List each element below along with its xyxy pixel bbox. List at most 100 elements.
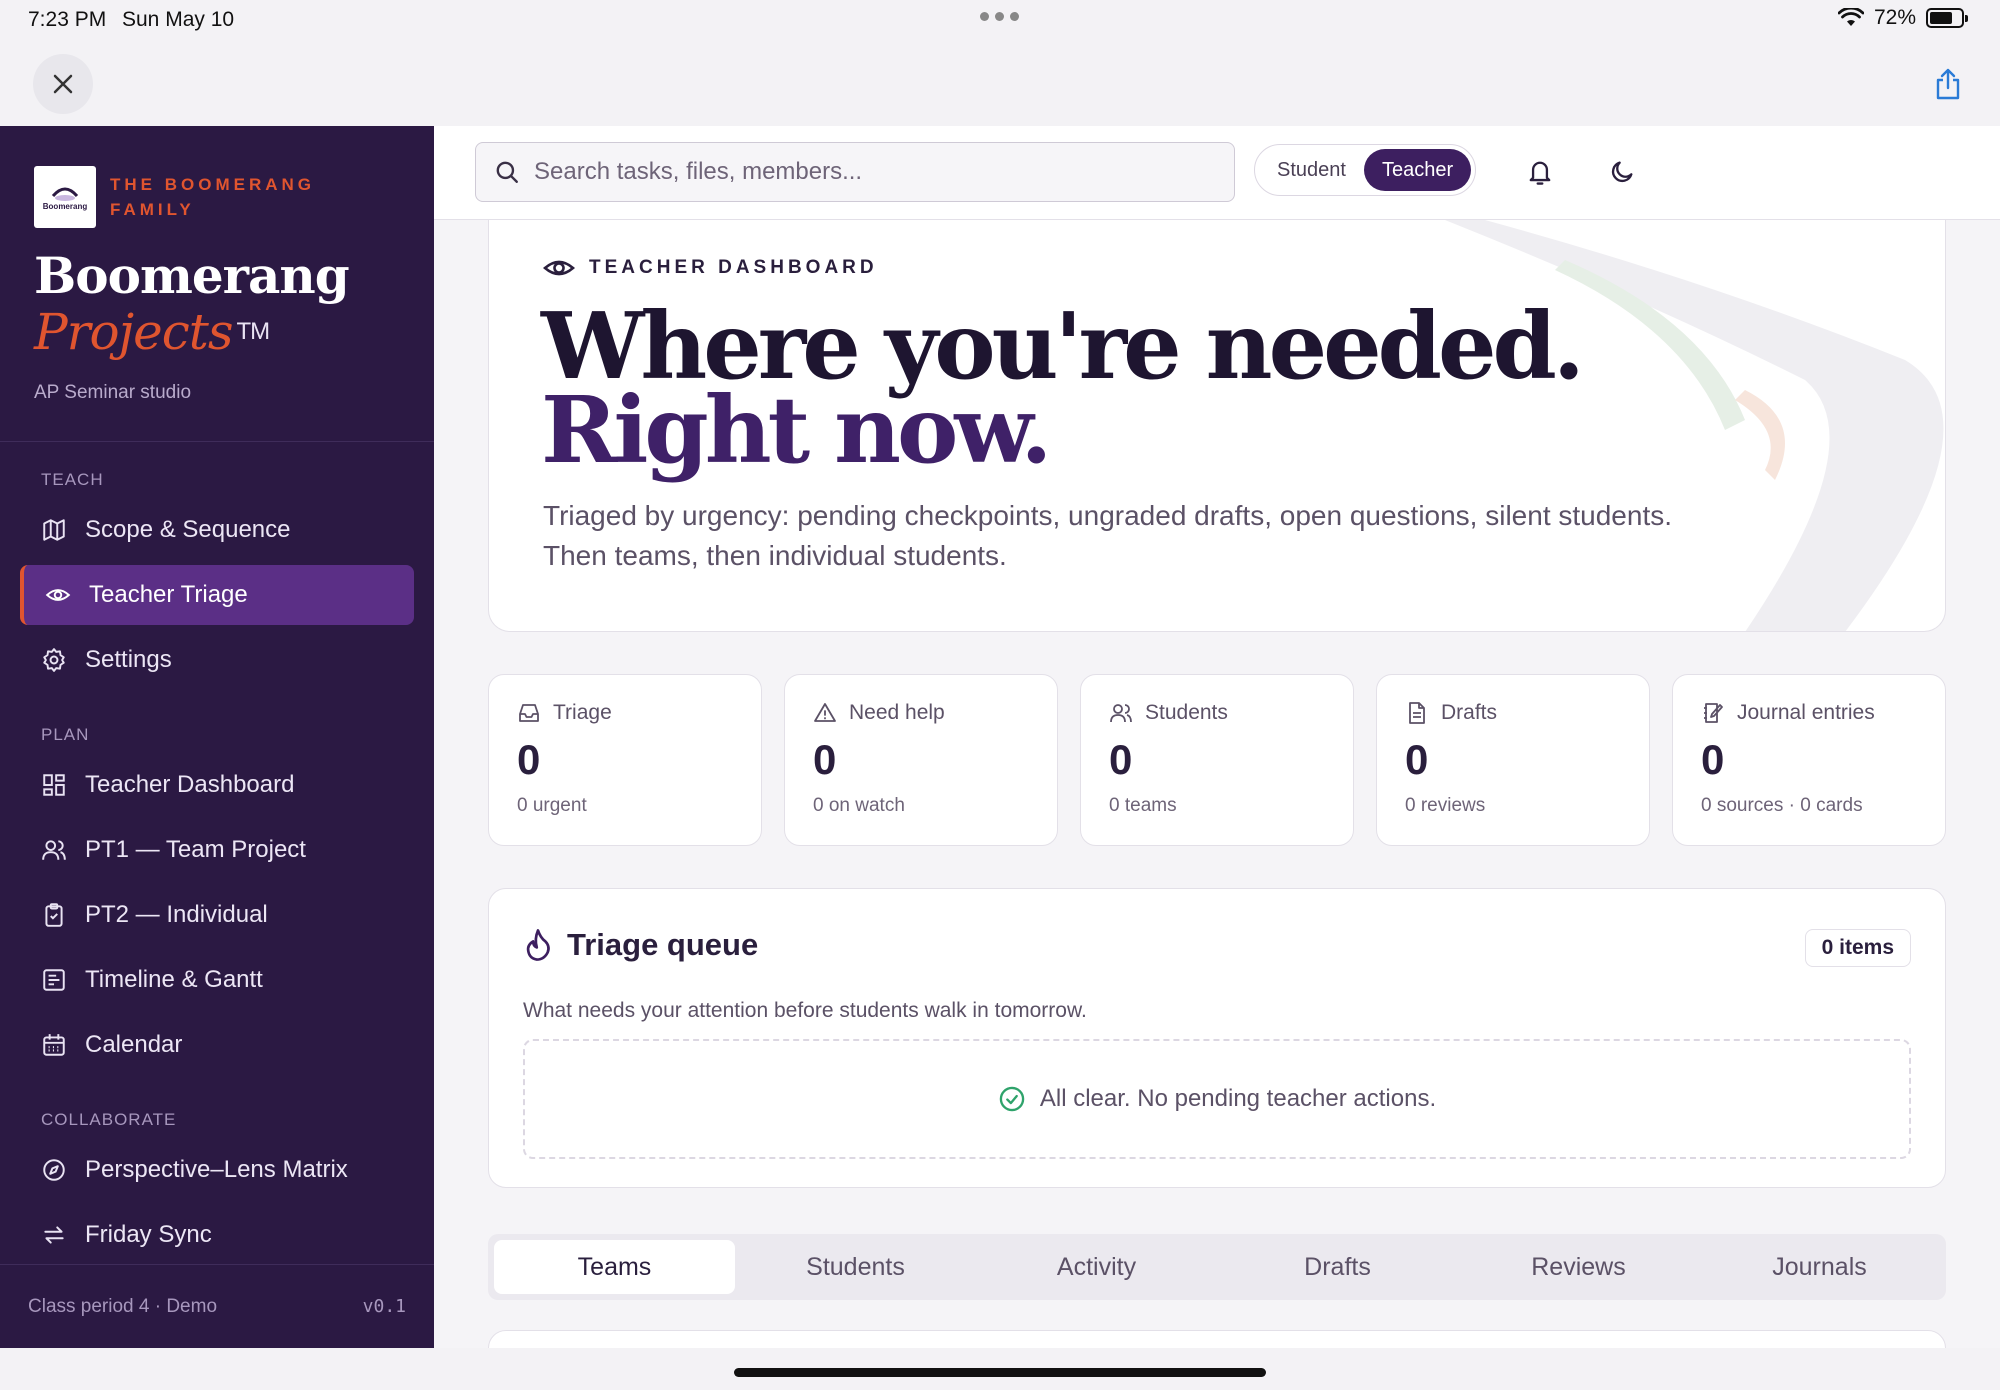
role-toggle: Student Teacher <box>1254 144 1477 196</box>
sidebar-item-label: Teacher Dashboard <box>85 771 295 798</box>
tab-activity[interactable]: Activity <box>976 1240 1217 1294</box>
sidebar: Boomerang THE BOOMERANG FAMILY Boomerang… <box>0 126 434 1348</box>
nav-section-teach: TEACH <box>41 470 104 489</box>
stat-value: 0 <box>1701 736 1725 783</box>
stat-label: Need help <box>849 701 945 724</box>
sidebar-item-label: PT1 — Team Project <box>85 836 306 863</box>
sidebar-item-teacher-dashboard[interactable]: Teacher Dashboard <box>20 755 414 815</box>
sidebar-item-timeline-gantt[interactable]: Timeline & Gantt <box>20 950 414 1010</box>
share-button[interactable] <box>1928 64 1968 104</box>
inbox-icon <box>519 704 539 722</box>
search-input[interactable] <box>534 158 1214 186</box>
triage-queue-empty-state: All clear. No pending teacher actions. <box>523 1039 1911 1159</box>
sidebar-item-label: Settings <box>85 646 172 673</box>
sidebar-item-settings[interactable]: Settings <box>20 630 414 690</box>
map-icon <box>43 519 65 541</box>
stat-card-journal-entries[interactable]: Journal entries 0 0 sources · 0 cards <box>1672 674 1946 846</box>
search-icon <box>496 161 518 183</box>
sidebar-footer: Class period 4 · Demo v0.1 <box>0 1264 434 1348</box>
tab-teams[interactable]: Teams <box>494 1240 735 1294</box>
dashboard-icon <box>43 774 65 796</box>
sidebar-item-pt2-individual[interactable]: PT2 — Individual <box>20 885 414 945</box>
sidebar-item-friday-sync[interactable]: Friday Sync <box>20 1205 414 1265</box>
tab-panel-card <box>488 1330 1946 1348</box>
sidebar-item-label: Timeline & Gantt <box>85 966 263 993</box>
status-date: Sun May 10 <box>122 8 235 31</box>
version-label: v0.1 <box>362 1296 406 1317</box>
stat-label: Triage <box>553 701 612 724</box>
sidebar-item-label: Perspective–Lens Matrix <box>85 1156 348 1183</box>
stat-label: Students <box>1145 701 1228 724</box>
detail-tabs: Teams Students Activity Drafts Reviews J… <box>488 1234 1946 1300</box>
home-indicator[interactable] <box>734 1368 1266 1377</box>
search-box[interactable] <box>475 142 1235 202</box>
stat-sub: 0 sources · 0 cards <box>1701 795 1863 816</box>
compass-icon <box>43 1159 65 1181</box>
hero-title: Where you're needed. Right now. <box>541 300 1585 484</box>
stat-card-students[interactable]: Students 0 0 teams <box>1080 674 1354 846</box>
multitasking-dots[interactable] <box>980 12 1019 21</box>
sidebar-item-label: Teacher Triage <box>89 581 248 608</box>
moon-icon <box>1611 161 1633 183</box>
users-icon <box>42 840 66 860</box>
stat-value: 0 <box>1109 736 1133 783</box>
notifications-button[interactable] <box>1516 148 1564 196</box>
hero-kicker-label: TEACHER DASHBOARD <box>589 257 878 278</box>
battery-fill <box>1930 12 1952 24</box>
wifi-icon <box>1837 8 1864 26</box>
triage-queue-title: Triage queue <box>567 927 759 962</box>
brand-title: Boomerang <box>34 246 350 305</box>
stat-sub: 0 reviews <box>1405 795 1486 816</box>
triage-queue-header: Triage queue <box>523 927 758 963</box>
battery-percent: 72% <box>1873 6 1916 29</box>
role-student-button[interactable]: Student <box>1259 149 1364 191</box>
nav-section-plan: PLAN <box>41 725 90 744</box>
share-icon <box>1936 68 1960 100</box>
stat-card-drafts[interactable]: Drafts 0 0 reviews <box>1376 674 1650 846</box>
stat-label: Journal entries <box>1737 701 1875 724</box>
stat-card-triage[interactable]: Triage 0 0 urgent <box>488 674 762 846</box>
main-content: Student Teacher TEACHER DASHBOARD Where … <box>434 126 2000 1348</box>
sidebar-item-calendar[interactable]: Calendar <box>20 1015 414 1075</box>
hero-title-line2: Right now. <box>541 376 1052 484</box>
sync-icon <box>44 1226 64 1244</box>
sidebar-item-perspective-lens-matrix[interactable]: Perspective–Lens Matrix <box>20 1140 414 1200</box>
triage-queue-count-badge: 0 items <box>1804 929 1911 967</box>
battery-icon <box>1926 8 1968 28</box>
stat-sub: 0 on watch <box>813 795 905 816</box>
tab-reviews[interactable]: Reviews <box>1458 1240 1699 1294</box>
gear-icon <box>43 648 65 672</box>
sidebar-item-label: Friday Sync <box>85 1221 212 1248</box>
users-icon <box>1110 704 1132 723</box>
stat-value: 0 <box>813 736 837 783</box>
tab-journals[interactable]: Journals <box>1699 1240 1940 1294</box>
check-circle-icon <box>999 1086 1025 1112</box>
stat-sub: 0 urgent <box>517 795 587 816</box>
role-teacher-button[interactable]: Teacher <box>1363 149 1472 191</box>
status-bar: 7:23 PM Sun May 10 72% <box>0 0 2000 42</box>
sidebar-item-label: Calendar <box>85 1031 183 1058</box>
journal-icon <box>1704 703 1723 723</box>
top-bar: Student Teacher <box>434 126 2000 220</box>
stat-sub: 0 teams <box>1109 795 1177 816</box>
sidebar-nav: TEACH Scope & Sequence Teacher Triage Se… <box>0 442 434 1265</box>
stat-label: Drafts <box>1441 701 1498 724</box>
brand-logo: Boomerang <box>34 166 96 228</box>
triage-queue-description: What needs your attention before student… <box>523 999 1087 1022</box>
close-button[interactable] <box>33 54 93 114</box>
warning-icon <box>814 703 836 722</box>
sidebar-item-pt1-team-project[interactable]: PT1 — Team Project <box>20 820 414 880</box>
calendar-icon <box>43 1034 65 1056</box>
theme-toggle-button[interactable] <box>1598 148 1646 196</box>
document-icon <box>1409 702 1425 724</box>
sidebar-item-label: Scope & Sequence <box>85 516 291 543</box>
tab-drafts[interactable]: Drafts <box>1217 1240 1458 1294</box>
sidebar-item-scope-sequence[interactable]: Scope & Sequence <box>20 500 414 560</box>
stat-card-need-help[interactable]: Need help 0 0 on watch <box>784 674 1058 846</box>
clipboard-icon <box>45 903 63 927</box>
flame-icon <box>526 929 550 961</box>
eye-icon <box>45 589 71 601</box>
tab-students[interactable]: Students <box>735 1240 976 1294</box>
hero-card: TEACHER DASHBOARD Where you're needed. R… <box>488 220 1946 632</box>
sidebar-item-teacher-triage[interactable]: Teacher Triage <box>20 565 414 625</box>
